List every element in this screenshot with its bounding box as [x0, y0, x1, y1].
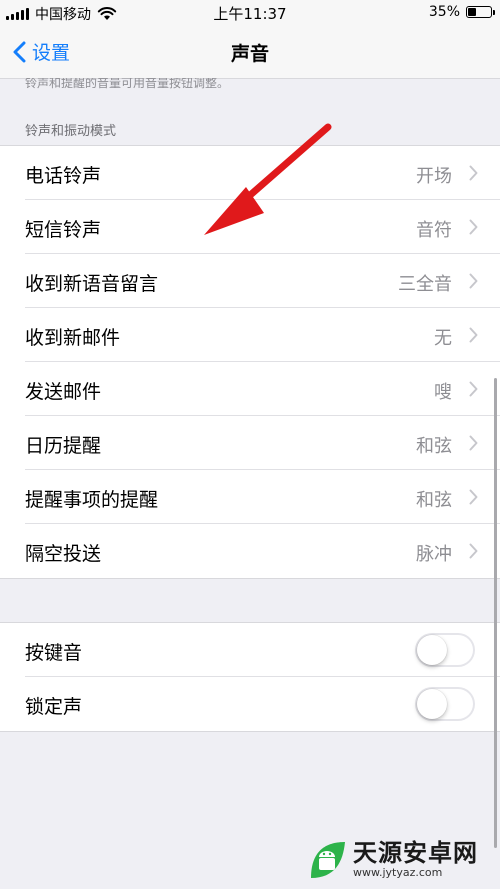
chevron-right-icon [469, 489, 478, 505]
row-value: 脉冲 [416, 544, 452, 565]
status-time: 上午11:37 [213, 5, 287, 23]
battery-icon [466, 6, 495, 18]
row-label: 锁定声 [25, 696, 83, 718]
chevron-right-icon [469, 381, 478, 397]
row-value: 音符 [416, 220, 452, 241]
row-label: 电话铃声 [25, 165, 102, 187]
status-bar: 中国移动 上午11:37 35% [0, 0, 500, 26]
row-label: 按键音 [25, 642, 83, 664]
section-header: 铃声和振动模式 [25, 124, 117, 139]
row-value: 三全音 [398, 274, 452, 295]
row-label: 短信铃声 [25, 219, 102, 241]
watermark-url: www.jytyaz.com [353, 865, 443, 879]
row-label: 发送邮件 [25, 381, 102, 403]
chevron-right-icon [469, 219, 478, 235]
sound-setting-row[interactable]: 收到新语音留言 三全音 [0, 254, 500, 308]
row-label: 隔空投送 [25, 543, 102, 565]
sound-setting-row[interactable]: 提醒事项的提醒 和弦 [0, 470, 500, 524]
status-right: 35% [428, 4, 495, 20]
scrollbar[interactable] [494, 378, 497, 848]
sound-setting-row[interactable]: 日历提醒 和弦 [0, 416, 500, 470]
volume-hint-text: 铃声和提醒的音量可用音量按钮调整。 [25, 78, 230, 90]
page-title: 声音 [230, 43, 269, 65]
chevron-right-icon [469, 327, 478, 343]
battery-percent: 35% [428, 4, 460, 20]
toggle-knob [417, 689, 447, 719]
android-logo-icon [311, 842, 345, 878]
sound-setting-row[interactable]: 收到新邮件 无 [0, 308, 500, 362]
row-label: 收到新邮件 [25, 327, 121, 349]
toggle-setting-row: 锁定声 [0, 677, 500, 731]
toggle-settings-list: 按键音 锁定声 [0, 622, 500, 732]
row-label: 收到新语音留言 [25, 273, 159, 295]
row-value: 和弦 [416, 490, 452, 511]
toggle-setting-row: 按键音 [0, 623, 500, 677]
watermark: 天源安卓网 www.jytyaz.com [305, 838, 478, 880]
chevron-right-icon [469, 435, 478, 451]
row-value: 嗖 [434, 382, 452, 403]
toggle-knob [417, 635, 447, 665]
navigation-bar: 设置 声音 [0, 26, 500, 79]
row-value: 无 [434, 328, 452, 349]
row-value: 开场 [416, 166, 452, 187]
chevron-right-icon [469, 543, 478, 559]
watermark-name: 天源安卓网 [353, 838, 478, 867]
toggle-switch[interactable] [415, 687, 475, 721]
sound-setting-row[interactable]: 发送邮件 嗖 [0, 362, 500, 416]
sound-setting-row[interactable]: 隔空投送 脉冲 [0, 524, 500, 578]
toggle-switch[interactable] [415, 633, 475, 667]
row-value: 和弦 [416, 436, 452, 457]
row-label: 提醒事项的提醒 [25, 489, 159, 511]
chevron-right-icon [469, 165, 478, 181]
red-arrow-annotation [204, 123, 332, 235]
row-label: 日历提醒 [25, 435, 102, 457]
chevron-right-icon [469, 273, 478, 289]
